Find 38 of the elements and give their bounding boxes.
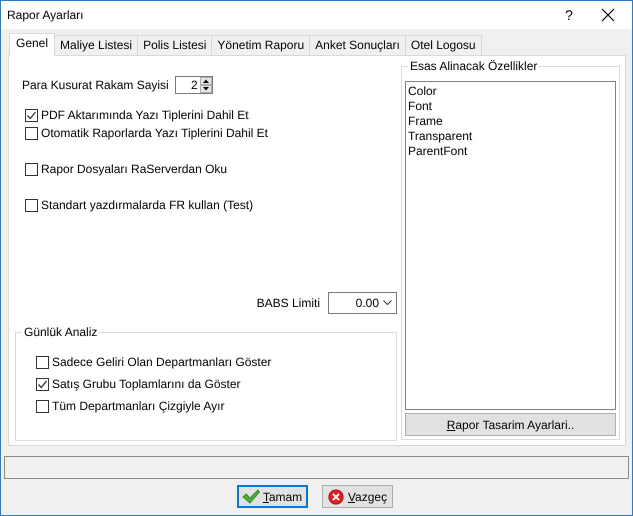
list-item[interactable]: Frame	[408, 114, 613, 129]
cancel-icon	[326, 488, 345, 504]
dropdown[interactable]: 0.00	[328, 292, 397, 314]
checkbox[interactable]	[25, 126, 38, 140]
field-label: Para Kusurat Rakam Sayisi	[22, 78, 169, 92]
list-item[interactable]: Transparent	[408, 129, 613, 144]
group-title: Günlük Analiz	[22, 325, 100, 339]
help-button[interactable]: ?	[546, 7, 592, 23]
spin-arrows-icon[interactable]	[200, 77, 212, 93]
close-icon[interactable]	[600, 7, 616, 23]
checkbox[interactable]	[25, 162, 38, 176]
checkbox[interactable]	[36, 378, 49, 390]
list-box[interactable]: Color Font Frame Transparent ParentFont	[405, 81, 616, 410]
field-label: BABS Limiti	[256, 296, 320, 310]
checkbox-label[interactable]: Satış Grubu Toplamlarını da Göster	[52, 377, 241, 391]
checkbox[interactable]	[25, 198, 38, 212]
checkbox-label[interactable]: Otomatik Raporlarda Yazı Tiplerini Dahil Et	[41, 126, 268, 140]
checkbox[interactable]	[36, 356, 49, 368]
checkbox[interactable]	[36, 400, 49, 412]
list-item[interactable]: Font	[408, 99, 613, 114]
list-item[interactable]: Color	[408, 84, 613, 99]
checkmark-icon	[242, 488, 260, 504]
ok-button[interactable]: Tamam	[236, 485, 308, 508]
checkbox-label[interactable]: Rapor Dosyaları RaServerdan Oku	[41, 162, 228, 176]
tab[interactable]: Otel Logosu	[404, 35, 482, 55]
checkbox-label[interactable]: PDF Aktarımında Yazı Tiplerini Dahil Et	[41, 108, 249, 122]
checkbox-label[interactable]: Sadece Geliri Olan Departmanları Göster	[52, 355, 272, 369]
checkbox-label[interactable]: Standart yazdırmalarda FR kullan (Test)	[41, 198, 254, 212]
chevron-down-icon	[383, 300, 392, 306]
spin-field[interactable]: 2	[174, 76, 213, 94]
checkbox[interactable]	[25, 108, 38, 122]
cancel-button[interactable]: Vazgeç	[322, 485, 392, 508]
tab[interactable]: Genel	[9, 33, 56, 56]
checkbox-label[interactable]: Tüm Departmanları Çizgiyle Ayır	[52, 399, 224, 413]
group-title: Esas Alinacak Özellikler	[408, 59, 540, 73]
window-title: Rapor Ayarları	[7, 8, 84, 22]
design-settings-button[interactable]: Rapor Tasarim Ayarlari..	[405, 413, 616, 436]
list-item[interactable]: ParentFont	[408, 144, 613, 159]
